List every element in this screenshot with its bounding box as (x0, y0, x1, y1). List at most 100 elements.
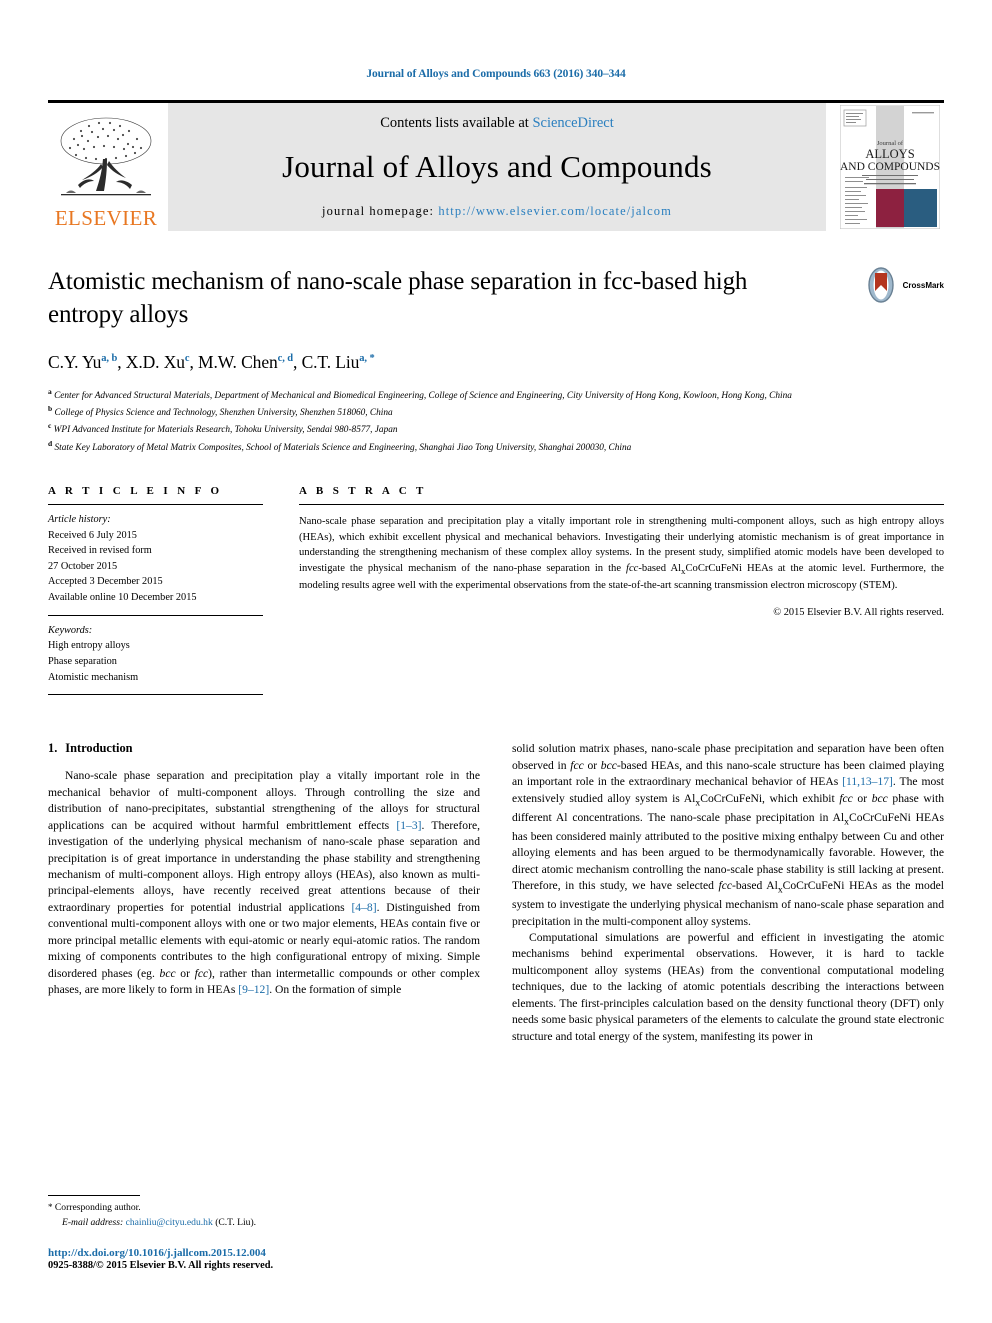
email-line: E-mail address: chainliu@cityu.edu.hk (C… (48, 1216, 478, 1230)
affiliation-item: c WPI Advanced Institute for Materials R… (48, 420, 848, 437)
citation-ref[interactable]: [11,13–17] (842, 775, 893, 788)
svg-text:Journal of: Journal of (877, 140, 904, 147)
author-name-2: X.D. Xu (125, 352, 185, 372)
author-name-4: C.T. Liu (301, 352, 360, 372)
author-marks-4: a, * (359, 353, 375, 365)
corresponding-author-text: Corresponding author. (54, 1202, 141, 1214)
text-run: . Therefore, investigation of the underl… (48, 818, 480, 914)
italic-fcc: fcc (839, 791, 853, 805)
text-run: . On the formation of simple (269, 983, 402, 997)
affiliation-item: d State Key Laboratory of Metal Matrix C… (48, 438, 848, 455)
article-info-heading: A R T I C L E I N F O (48, 484, 223, 497)
email-owner: (C.T. Liu). (215, 1216, 257, 1228)
footnote-divider (48, 1195, 140, 1197)
elsevier-logo: ELSEVIER (48, 103, 164, 231)
body-column-left: 1. Introduction Nano-scale phase separati… (48, 741, 480, 1045)
author-marks-3: c, d (277, 353, 294, 365)
email-label: E-mail address: (62, 1216, 124, 1228)
history-item: Received 6 July 2015 (48, 529, 137, 541)
keyword-item: High entropy alloys (48, 640, 130, 652)
author-list: C.Y. Yua, b, X.D. Xuc, M.W. Chenc, d, C.… (48, 352, 375, 372)
italic-bcc: bcc (600, 758, 617, 772)
journal-masthead: ELSEVIER Contents lists available at Sci… (48, 100, 944, 231)
journal-cover-thumbnail: Journal of ALLOYS AND COMPOUNDS (836, 103, 944, 231)
abstract-part-2: -based Al (638, 562, 682, 574)
text-run: or (175, 966, 195, 980)
doi-block: http://dx.doi.org/10.1016/j.jallcom.2015… (48, 1247, 478, 1271)
issn-copyright-line: 0925-8388/© 2015 Elsevier B.V. All right… (48, 1260, 274, 1271)
info-abstract-row: A R T I C L E I N F O Article history: R… (48, 484, 944, 696)
affiliation-mark: d (48, 438, 53, 448)
text-run: or (583, 758, 601, 772)
doi-link[interactable]: http://dx.doi.org/10.1016/j.jallcom.2015… (48, 1247, 478, 1259)
running-head: Journal of Alloys and Compounds 663 (201… (366, 68, 626, 80)
section-title: Introduction (65, 741, 133, 756)
citation-ref[interactable]: [9–12] (238, 983, 269, 996)
paper-page: Journal of Alloys and Compounds 663 (201… (0, 0, 992, 1323)
footnote-block: * Corresponding author. E-mail address: … (48, 1195, 478, 1271)
article-history: Article history: Received 6 July 2015 Re… (48, 505, 263, 606)
abstract-copyright: © 2015 Elsevier B.V. All rights reserved… (773, 606, 944, 618)
affiliation-text: College of Physics Science and Technolog… (54, 408, 393, 419)
abstract-column: A B S T R A C T Nano-scale phase separat… (299, 485, 944, 695)
page-title: Atomistic mechanism of nano-scale phase … (48, 268, 748, 328)
affiliation-text: State Key Laboratory of Metal Matrix Com… (54, 442, 632, 453)
italic-fcc: fcc (570, 758, 584, 772)
intro-paragraph-right-1: solid solution matrix phases, nano-scale… (512, 741, 944, 930)
affiliation-text: WPI Advanced Institute for Materials Res… (53, 425, 398, 436)
citation-ref[interactable]: [4–8] (351, 901, 376, 914)
contents-available-line: Contents lists available at ScienceDirec… (380, 115, 614, 132)
corresponding-author-line: * Corresponding author. (48, 1201, 478, 1215)
keywords-label: Keywords: (48, 624, 93, 636)
keyword-item: Phase separation (48, 656, 117, 667)
italic-fcc: fcc (194, 966, 209, 980)
journal-cover-image: Journal of ALLOYS AND COMPOUNDS (840, 105, 940, 229)
history-item: Received in revised form (48, 545, 152, 557)
asterisk-icon: * (48, 1202, 53, 1213)
divider (48, 694, 263, 696)
abstract-text: Nano-scale phase separation and precipit… (299, 505, 944, 594)
affiliation-mark: c (48, 421, 52, 431)
email-link[interactable]: chainliu@cityu.edu.hk (126, 1217, 213, 1228)
homepage-link[interactable]: http://www.elsevier.com/locate/jalcom (438, 204, 672, 218)
body-columns: 1. Introduction Nano-scale phase separati… (48, 741, 944, 1045)
italic-fcc: fcc (718, 879, 733, 893)
section-heading-introduction: 1. Introduction (48, 741, 480, 756)
svg-text:AND COMPOUNDS: AND COMPOUNDS (840, 161, 940, 173)
history-item: 27 October 2015 (48, 560, 118, 572)
affiliation-list: a Center for Advanced Structural Materia… (48, 386, 848, 455)
crossmark-icon (867, 267, 894, 303)
abstract-heading: A B S T R A C T (299, 484, 427, 497)
author-name-1: C.Y. Yu (48, 352, 102, 372)
abstract-italic-fcc: fcc (626, 562, 639, 574)
journal-title: Journal of Alloys and Compounds (282, 149, 712, 184)
keywords-block: Keywords: High entropy alloys Phase sepa… (48, 616, 263, 686)
journal-homepage-line: journal homepage: http://www.elsevier.co… (322, 204, 672, 219)
intro-paragraph-left: Nano-scale phase separation and precipit… (48, 768, 480, 998)
article-info-column: A R T I C L E I N F O Article history: R… (48, 484, 263, 696)
text-run: or (852, 791, 872, 805)
author-marks-1: a, b (101, 353, 118, 365)
affiliation-text: Center for Advanced Structural Materials… (54, 391, 792, 402)
body-column-right: solid solution matrix phases, nano-scale… (512, 741, 944, 1045)
sciencedirect-link[interactable]: ScienceDirect (532, 115, 613, 131)
crossmark-badge[interactable]: CrossMark (863, 267, 944, 303)
citation-ref[interactable]: [1–3] (396, 819, 421, 832)
title-block: CrossMark Atomistic mechanism of nano-sc… (48, 265, 944, 455)
history-item: Accepted 3 December 2015 (48, 576, 163, 588)
italic-bcc: bcc (871, 791, 888, 805)
elsevier-tree-icon (60, 117, 152, 196)
contents-prefix: Contents lists available at (380, 115, 533, 131)
affiliation-item: b College of Physics Science and Technol… (48, 403, 848, 420)
author-name-3: M.W. Chen (198, 352, 278, 372)
homepage-prefix: journal homepage: (322, 204, 439, 218)
author-marks-2: c (184, 353, 190, 365)
history-item: Available online 10 December 2015 (48, 592, 197, 604)
affiliation-item: a Center for Advanced Structural Materia… (48, 386, 848, 403)
elsevier-wordmark: ELSEVIER (54, 206, 158, 230)
section-number: 1. (48, 741, 58, 756)
affiliation-mark: a (48, 387, 52, 396)
affiliation-mark: b (48, 404, 53, 414)
crossmark-label: CrossMark (902, 280, 944, 290)
text-run: CoCrCuFeNi, which exhibit (700, 791, 840, 805)
